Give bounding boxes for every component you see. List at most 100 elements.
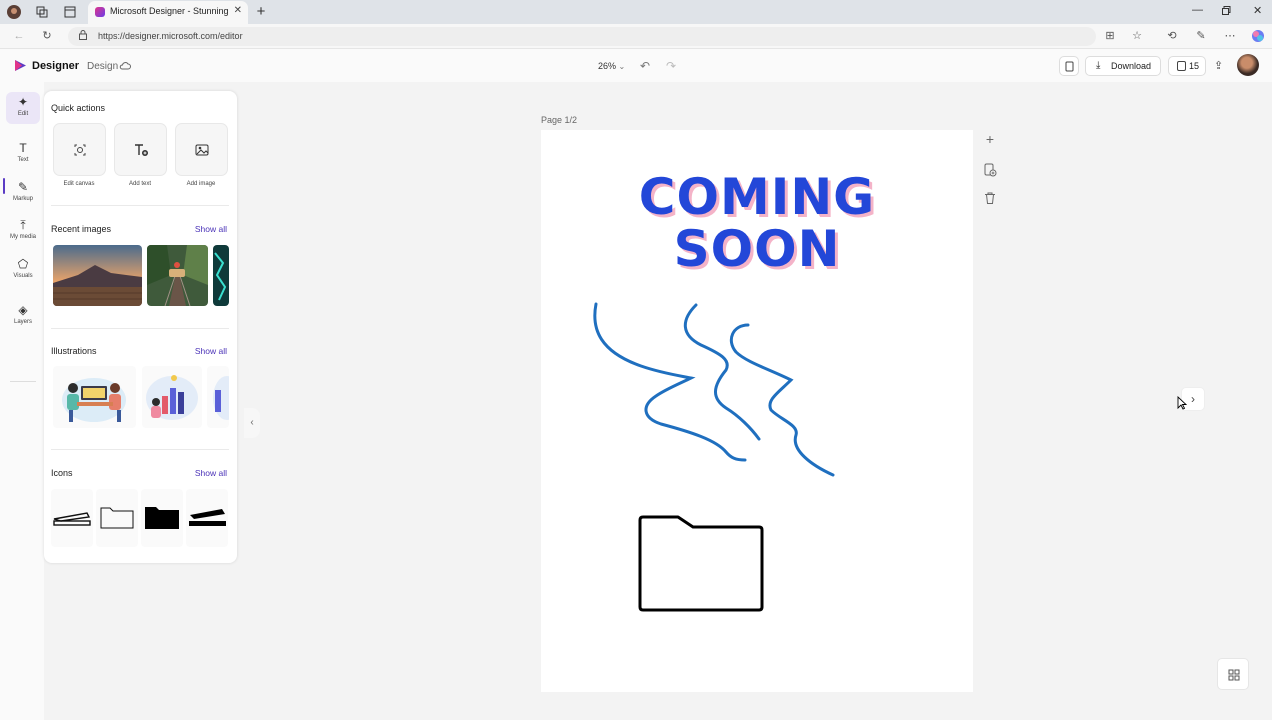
folder-outline-icon[interactable] — [96, 489, 138, 547]
tab-title: Microsoft Designer - Stunning designs — [110, 6, 228, 16]
rail-item-my-media[interactable]: ⤒ My media — [6, 215, 40, 247]
browser-tab[interactable]: Microsoft Designer - Stunning designs ✕ — [88, 1, 248, 24]
scribble-stroke[interactable] — [729, 323, 835, 477]
close-window-icon[interactable]: ✕ — [1253, 4, 1262, 17]
illustration-meeting[interactable] — [53, 366, 136, 428]
illustrations-title: Illustrations — [51, 346, 97, 356]
add-text-icon — [135, 144, 148, 156]
designer-logo-icon — [15, 60, 26, 71]
pages-button[interactable] — [1059, 56, 1079, 76]
minimize-icon[interactable]: — — [1192, 4, 1203, 16]
shapes-icon: ⬠ — [17, 257, 29, 271]
duplicate-page-icon[interactable] — [983, 162, 997, 181]
icons-show-all-link[interactable]: Show all — [195, 468, 227, 478]
app-available-icon[interactable]: ⊞ — [1103, 29, 1117, 43]
tab-actions-icon[interactable] — [62, 4, 78, 20]
credits-button[interactable]: 15 — [1168, 56, 1206, 76]
add-text-button[interactable] — [114, 123, 167, 176]
rail-item-label: My media — [9, 234, 36, 240]
close-tab-icon[interactable]: ✕ — [234, 5, 242, 16]
stapler-filled-icon[interactable] — [186, 489, 228, 547]
extensions-icon[interactable]: ✎ — [1194, 29, 1208, 43]
zoom-value: 26% — [598, 61, 617, 71]
page-label: Page 1/2 — [541, 115, 578, 125]
app-header: Designer Design 26% ⌄ ↶ ↷ ⤓ Download 15 … — [0, 49, 1272, 82]
recent-images-show-all-link[interactable]: Show all — [195, 224, 227, 234]
rail-item-label: Layers — [13, 319, 32, 325]
back-icon[interactable]: ← — [12, 29, 26, 43]
edit-canvas-icon — [74, 144, 86, 156]
upload-icon: ⤒ — [20, 218, 26, 232]
history-icon[interactable]: ⟲ — [1165, 29, 1179, 43]
undo-icon[interactable]: ↶ — [640, 59, 650, 73]
recent-image-mountain[interactable] — [53, 245, 142, 306]
rail-item-visuals[interactable]: ⬠ Visuals — [6, 254, 40, 286]
avatar[interactable] — [1237, 54, 1259, 76]
recent-images-title: Recent images — [51, 224, 112, 234]
rail-item-edit[interactable]: ✦ Edit — [6, 92, 40, 124]
refresh-icon[interactable]: ↻ — [40, 29, 54, 43]
quick-action-label: Add text — [128, 181, 151, 187]
cloud-saved-icon — [119, 62, 131, 70]
delete-page-icon[interactable] — [983, 191, 997, 208]
add-image-icon — [195, 144, 209, 156]
rail-item-label: Text — [17, 157, 29, 163]
download-label: Download — [1111, 61, 1152, 71]
page-icon — [1065, 61, 1074, 72]
download-button[interactable]: ⤓ Download — [1085, 56, 1161, 76]
chevron-left-icon: ‹ — [250, 417, 254, 428]
profile-icon[interactable] — [6, 4, 22, 20]
rail-item-layers[interactable]: ◈ Layers — [6, 300, 40, 332]
download-icon: ⤓ — [1096, 60, 1101, 71]
quick-actions-title: Quick actions — [51, 103, 106, 113]
lock-icon — [79, 30, 87, 40]
recent-image-cyan[interactable] — [213, 245, 229, 306]
stapler-outline-icon[interactable] — [51, 489, 93, 547]
recent-image-railway[interactable] — [147, 245, 208, 306]
browser-tab-bar: Microsoft Designer - Stunning designs ✕ … — [0, 0, 1272, 24]
app-brand[interactable]: Designer — [32, 60, 79, 72]
quick-action-label: Edit canvas — [63, 181, 95, 187]
section-divider — [51, 328, 229, 329]
sparkle-icon: ✦ — [17, 95, 29, 109]
workspaces-icon[interactable] — [34, 4, 50, 20]
folder-filled-icon[interactable] — [141, 489, 183, 547]
illustration-chart[interactable] — [142, 366, 202, 428]
more-menu-icon[interactable]: ⋯ — [1223, 29, 1237, 43]
folder-outline-element[interactable] — [638, 515, 764, 612]
new-tab-icon[interactable]: + — [253, 4, 269, 20]
edit-panel: Quick actions Edit canvas Add text Add i… — [44, 91, 241, 563]
favorite-star-icon[interactable]: ☆ — [1130, 29, 1144, 43]
rail-divider — [10, 381, 36, 382]
rail-item-label: Edit — [17, 111, 29, 117]
chevron-down-icon: ⌄ — [618, 62, 626, 71]
zoom-dropdown[interactable]: 26% ⌄ — [598, 61, 625, 71]
section-divider — [51, 449, 229, 450]
section-divider — [51, 205, 229, 206]
add-image-button[interactable] — [175, 123, 228, 176]
add-page-icon[interactable]: + — [983, 131, 997, 147]
grid-icon — [1228, 669, 1240, 681]
redo-icon[interactable]: ↷ — [666, 59, 676, 73]
page-grid-button[interactable] — [1217, 658, 1249, 690]
rail-item-markup[interactable]: ✎ Markup — [6, 177, 40, 209]
quick-action-label: Add image — [186, 181, 216, 187]
design-page[interactable]: COMING SOON — [541, 130, 973, 692]
address-bar-row: ← ↻ https://designer.microsoft.com/edito… — [0, 24, 1272, 49]
mode-label: Design — [87, 61, 119, 72]
rail-active-indicator — [3, 178, 5, 194]
restore-icon[interactable] — [1222, 4, 1231, 18]
collapse-panel-button[interactable]: ‹ — [244, 408, 260, 438]
illustration-partial[interactable] — [207, 366, 241, 428]
icons-title: Icons — [51, 468, 73, 478]
copilot-icon[interactable] — [1251, 29, 1265, 43]
rail-item-label: Visuals — [13, 273, 33, 279]
illustrations-show-all-link[interactable]: Show all — [195, 346, 227, 356]
edit-canvas-button[interactable] — [53, 123, 106, 176]
url-field[interactable]: https://designer.microsoft.com/editor — [68, 27, 1096, 46]
share-icon[interactable]: ⇪ — [1214, 59, 1223, 72]
pen-icon: ✎ — [17, 180, 29, 194]
layers-icon: ◈ — [18, 303, 28, 317]
scribble-stroke[interactable] — [593, 302, 747, 462]
rail-item-text[interactable]: T Text — [6, 138, 40, 170]
